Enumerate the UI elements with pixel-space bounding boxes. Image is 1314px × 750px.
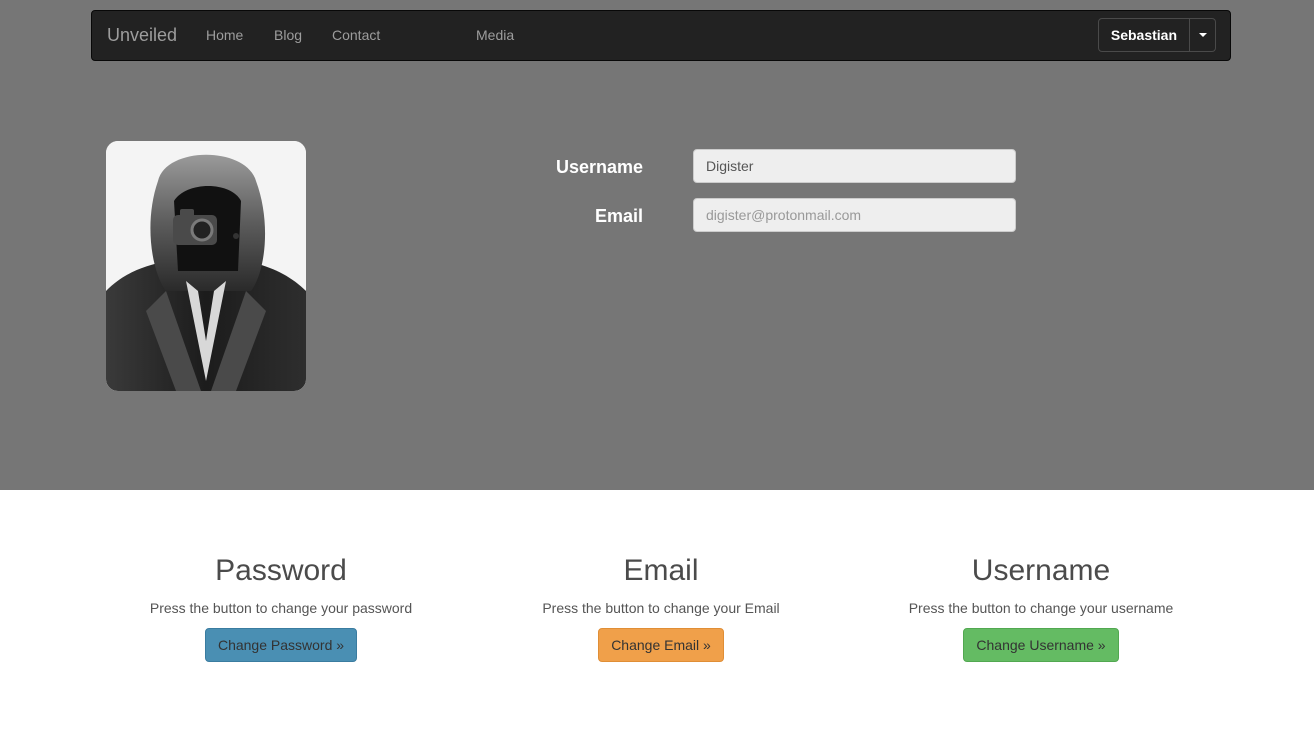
change-email-button[interactable]: Change Email » [598, 628, 724, 662]
nav-blog-link[interactable]: Blog [274, 27, 302, 43]
navbar: Unveiled Home Blog Contact Media Sebasti… [91, 10, 1231, 61]
profile-hero: Unveiled Home Blog Contact Media Sebasti… [0, 0, 1314, 490]
email-heading: Email [623, 554, 699, 587]
username-description: Press the button to change your username [908, 600, 1174, 616]
nav-contact-link[interactable]: Contact [332, 27, 380, 43]
user-menu: Sebastian [1097, 18, 1216, 52]
caret-down-icon [1198, 33, 1207, 37]
email-label: Email [594, 206, 643, 226]
brand-link[interactable]: Unveiled [107, 25, 177, 46]
password-description: Press the button to change your password [149, 600, 413, 616]
hooded-figure-avatar [106, 141, 306, 391]
username-label: Username [555, 157, 643, 177]
nav-media-link[interactable]: Media [476, 27, 514, 43]
change-username-button[interactable]: Change Username » [963, 628, 1119, 662]
email-field[interactable] [693, 198, 1016, 232]
profile-avatar [106, 141, 306, 391]
nav-home-link[interactable]: Home [206, 27, 243, 43]
email-description: Press the button to change your Email [542, 600, 780, 616]
change-password-button[interactable]: Change Password » [204, 628, 358, 662]
username-panel: Username Press the button to change your… [851, 553, 1231, 662]
user-button[interactable]: Sebastian [1097, 18, 1190, 52]
username-field[interactable] [693, 149, 1016, 183]
user-dropdown-toggle[interactable] [1190, 18, 1216, 52]
username-heading: Username [971, 554, 1111, 587]
password-panel: Password Press the button to change your… [91, 553, 471, 662]
email-panel: Email Press the button to change your Em… [471, 553, 851, 662]
password-heading: Password [215, 554, 347, 587]
